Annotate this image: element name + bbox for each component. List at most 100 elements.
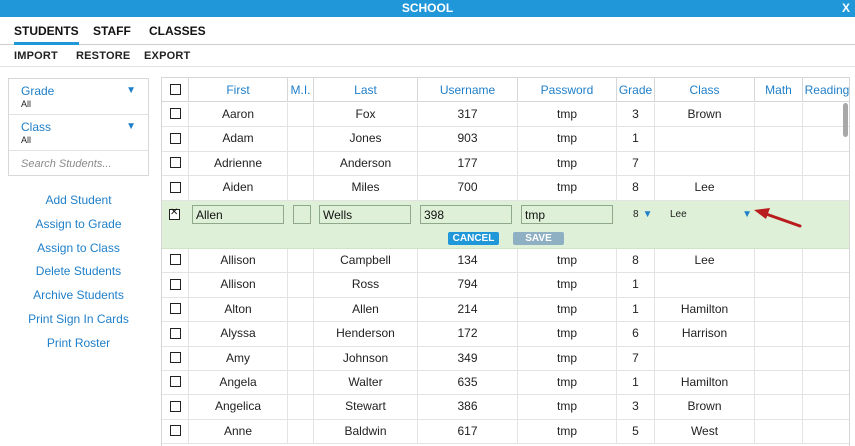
row-checkbox[interactable] [169,327,181,339]
add-student-link[interactable]: Add Student [8,190,149,214]
class-select-value: Lee [670,209,687,220]
first-name-cell: Adam [189,127,288,152]
row-checkbox[interactable] [169,132,181,144]
scrollbar-thumb[interactable] [843,103,848,137]
table-row[interactable]: Adrienne Anderson 177 tmp 7 [162,151,849,177]
edit-row-checkbox-cell [169,207,180,222]
class-filter[interactable]: Class All ▼ [9,115,148,151]
row-checkbox[interactable] [169,108,181,120]
column-header-password[interactable]: Password [518,78,617,102]
tab-students[interactable]: STUDENTS [14,17,79,45]
table-row[interactable]: Allison Ross 794 tmp 1 [162,273,849,298]
row-checkbox[interactable] [169,254,181,266]
column-header-class[interactable]: Class [655,78,755,102]
restore-button[interactable]: RESTORE [76,46,130,67]
grade-cell: 7 [617,346,655,371]
first-name-cell: Angelica [189,395,288,420]
reading-cell [803,371,849,395]
print-roster-link[interactable]: Print Roster [8,333,149,357]
class-cell [655,346,755,371]
column-header-math[interactable]: Math [755,78,803,102]
filter-panel: Grade All ▼ Class All ▼ [8,78,149,176]
print-sign-in-cards-link[interactable]: Print Sign In Cards [8,309,149,333]
first-name-cell: Angela [189,371,288,395]
edit-row-checkbox[interactable] [169,207,180,221]
row-checkbox[interactable] [169,157,181,169]
class-filter-label: Class [21,120,52,134]
grade-cell: 6 [617,322,655,347]
row-checkbox[interactable] [169,351,181,363]
actions-list: Add Student Assign to Grade Assign to Cl… [8,190,149,357]
chevron-down-icon: ▼ [126,85,136,96]
column-header-grade[interactable]: Grade [617,78,655,102]
password-cell: tmp [518,151,617,176]
first-name-cell: Alton [189,297,288,322]
cancel-button[interactable]: CANCEL [448,232,499,245]
last-name-input[interactable] [319,205,411,224]
column-header-reading[interactable]: Reading [803,78,849,102]
math-cell [755,151,803,176]
column-header-last[interactable]: Last [314,78,418,102]
save-button[interactable]: SAVE [513,232,564,245]
column-header-mi[interactable]: M.I. [288,78,314,102]
table-row[interactable]: Amy Johnson 349 tmp 7 [162,346,849,371]
select-all-checkbox[interactable] [169,84,181,96]
middle-initial-cell [288,103,314,127]
chevron-down-icon: ▼ [742,209,752,220]
grade-select-value: 8 [633,209,639,220]
column-header-first[interactable]: First [189,78,288,102]
last-name-cell: Walter [314,371,418,395]
username-cell: 386 [418,395,518,420]
math-cell [755,371,803,395]
grade-cell: 1 [617,127,655,152]
table-row[interactable]: Alyssa Henderson 172 tmp 6 Harrison [162,322,849,347]
grade-select[interactable]: 8 ▼ [633,205,652,224]
row-checkbox-cell [162,322,189,347]
grade-filter[interactable]: Grade All ▼ [9,79,148,115]
close-icon[interactable]: X [842,0,850,17]
column-header-username[interactable]: Username [418,78,518,102]
first-name-cell: Adrienne [189,151,288,176]
class-cell: Lee [655,176,755,201]
math-cell [755,419,803,444]
username-input[interactable] [420,205,512,224]
class-cell: Hamilton [655,297,755,322]
row-checkbox[interactable] [169,425,181,437]
password-cell: tmp [518,322,617,347]
row-checkbox[interactable] [169,376,181,388]
middle-initial-input[interactable] [293,205,311,224]
row-checkbox[interactable] [169,278,181,290]
row-checkbox[interactable] [169,181,181,193]
row-checkbox-cell [162,371,189,395]
delete-students-link[interactable]: Delete Students [8,261,149,285]
reading-cell [803,176,849,200]
grade-cell: 1 [617,297,655,322]
table-row[interactable]: Aaron Fox 317 tmp 3 Brown [162,103,849,128]
table-row[interactable]: Aiden Miles 700 tmp 8 Lee [162,176,849,201]
last-name-cell: Fox [314,103,418,127]
search-input[interactable] [9,152,148,176]
row-checkbox-cell [162,249,189,273]
password-input[interactable] [521,205,613,224]
table-row[interactable]: Angela Walter 635 tmp 1 Hamilton [162,371,849,396]
class-select[interactable]: Lee ▼ [670,205,752,224]
tab-staff[interactable]: STAFF [93,17,131,45]
password-cell: tmp [518,103,617,127]
assign-to-grade-link[interactable]: Assign to Grade [8,214,149,238]
row-checkbox[interactable] [169,303,181,315]
row-checkbox-cell [162,151,189,176]
import-button[interactable]: IMPORT [14,46,58,67]
table-row[interactable]: Alton Allen 214 tmp 1 Hamilton [162,297,849,323]
first-name-input[interactable] [192,205,284,224]
assign-to-class-link[interactable]: Assign to Class [8,238,149,262]
export-button[interactable]: EXPORT [144,46,190,67]
table-row[interactable]: Angelica Stewart 386 tmp 3 Brown [162,395,849,420]
archive-students-link[interactable]: Archive Students [8,285,149,309]
table-row[interactable]: Adam Jones 903 tmp 1 [162,127,849,152]
middle-initial-cell [288,273,314,298]
table-row[interactable]: Allison Campbell 134 tmp 8 Lee [162,249,849,274]
table-row[interactable]: Anne Baldwin 617 tmp 5 West [162,419,849,445]
row-checkbox[interactable] [169,400,181,412]
grade-cell: 5 [617,419,655,444]
tab-classes[interactable]: CLASSES [149,17,206,45]
